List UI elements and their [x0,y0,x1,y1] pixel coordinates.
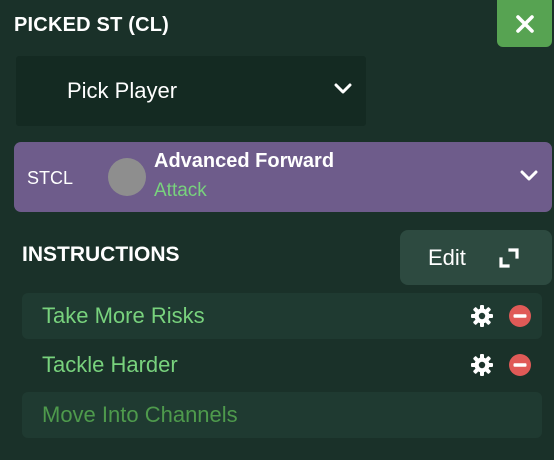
instruction-row: Tackle Harder [22,342,542,388]
instruction-label: Tackle Harder [42,352,178,377]
player-select[interactable]: Pick Player [16,56,366,126]
role-selector[interactable]: STCL Advanced Forward Attack [14,142,552,212]
instruction-label: Move Into Channels [42,402,238,427]
remove-icon[interactable] [508,304,532,328]
close-icon [515,14,534,33]
edit-label: Edit [428,244,466,270]
role-position: STCL [27,168,74,188]
player-avatar [108,158,146,196]
remove-icon[interactable] [508,353,532,377]
edit-instructions-button[interactable]: Edit [400,230,552,285]
role-name: Advanced Forward [154,150,335,172]
chevron-down-icon [520,170,538,181]
instruction-row: Move Into Channels [22,392,542,438]
expand-icon [499,248,519,268]
instructions-heading: INSTRUCTIONS [22,243,180,266]
panel-title: PICKED ST (CL) [14,14,170,36]
instruction-row: Take More Risks [22,293,542,339]
instruction-label: Take More Risks [42,303,205,328]
picked-player-panel: PICKED ST (CL) Pick Player STCL Advanced… [0,0,554,460]
chevron-down-icon [334,83,352,94]
gear-icon[interactable] [470,353,494,377]
player-select-value: Pick Player [67,78,178,103]
gear-icon[interactable] [470,304,494,328]
role-duty: Attack [154,180,207,201]
close-button[interactable] [497,0,552,47]
